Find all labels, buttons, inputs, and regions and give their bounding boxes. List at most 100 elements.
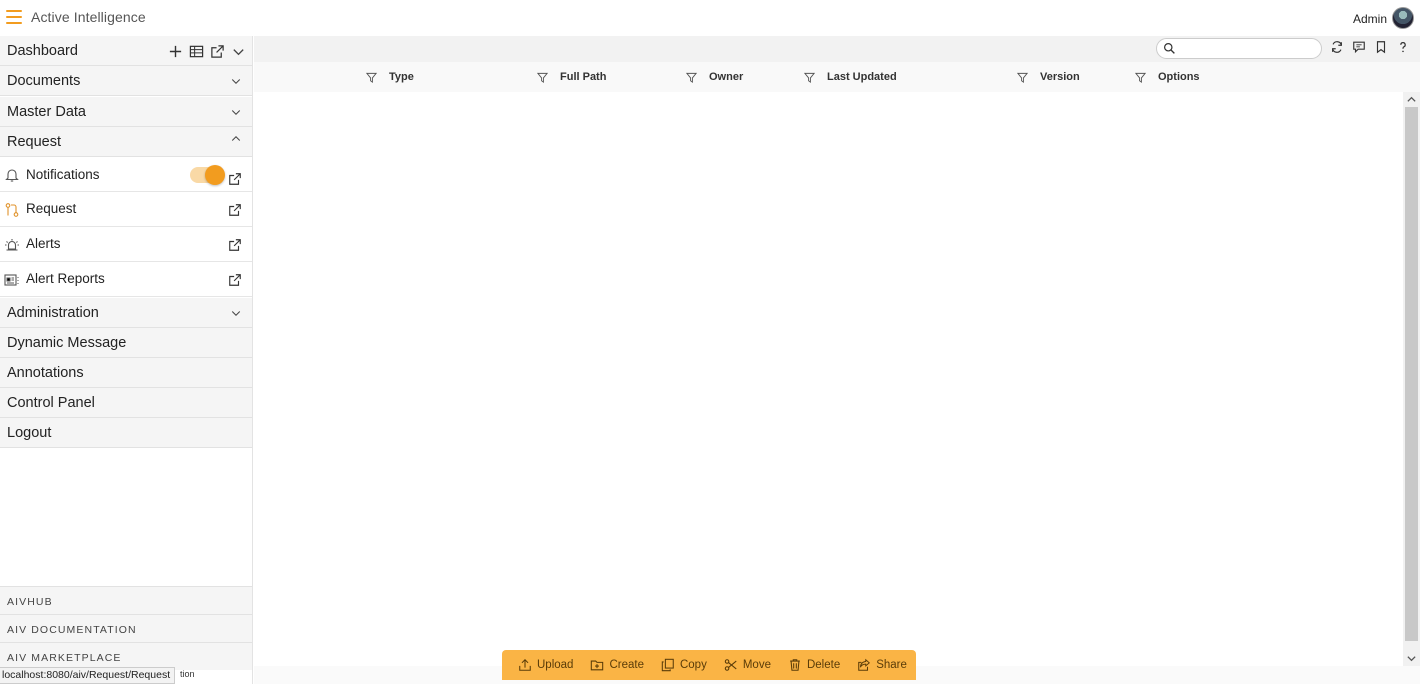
report-icon [4, 274, 19, 286]
search-icon [1164, 43, 1175, 54]
column-header-label[interactable]: Owner [709, 71, 743, 83]
external-link-icon[interactable] [228, 172, 242, 186]
external-link-icon[interactable] [228, 238, 242, 252]
footer-link-aiv-marketplace[interactable]: AIV MARKETPLACE [0, 642, 252, 670]
refresh-icon[interactable] [1330, 40, 1344, 54]
action-label: Share [876, 659, 907, 671]
scroll-up-icon[interactable] [1406, 94, 1417, 105]
sidebar-section-control-panel[interactable]: Control Panel [0, 388, 252, 418]
scrollbar-thumb[interactable] [1405, 107, 1418, 641]
scissors-icon [724, 659, 737, 671]
action-label: Copy [679, 659, 707, 671]
chevron-down-icon[interactable] [230, 106, 242, 118]
upload-button[interactable]: Upload [518, 658, 573, 672]
sidebar-item-label: Alerts [26, 236, 61, 251]
sidebar-section-label: Control Panel [7, 395, 95, 411]
vertical-scrollbar[interactable] [1403, 92, 1420, 666]
user-name[interactable]: Admin [1353, 12, 1387, 26]
external-link-icon[interactable] [228, 273, 242, 287]
chevron-down-icon[interactable] [230, 307, 242, 319]
chevron-down-icon[interactable] [230, 75, 242, 87]
add-icon[interactable] [168, 44, 183, 59]
table-body [254, 92, 1404, 666]
column-type: Type [366, 70, 414, 84]
column-version: Version [1017, 70, 1080, 84]
footer-link-aiv-documentation[interactable]: AIV DOCUMENTATION [0, 614, 252, 642]
sidebar-section-administration[interactable]: Administration [0, 298, 252, 328]
action-label: Move [742, 659, 771, 671]
comment-icon[interactable] [1352, 40, 1366, 54]
action-label: Create [609, 659, 644, 671]
filter-icon[interactable] [1135, 72, 1146, 83]
sidebar-item-label: Alert Reports [26, 271, 105, 286]
sidebar-section-label: Dynamic Message [7, 335, 127, 351]
filter-icon[interactable] [686, 72, 697, 83]
sidebar-section-label: Master Data [7, 104, 86, 120]
toggle-knob [205, 165, 225, 185]
external-link-icon[interactable] [210, 44, 225, 59]
hamburger-menu-icon[interactable] [6, 10, 22, 24]
main-toolbar [254, 36, 1420, 62]
sidebar-section-documents[interactable]: Documents [0, 66, 252, 96]
filter-icon[interactable] [366, 72, 377, 83]
sidebar-section-label: Annotations [7, 365, 84, 381]
status-overlap-text: tion [180, 669, 195, 679]
browser-status-url: localhost:8080/aiv/Request/Request [0, 667, 176, 684]
column-header-label[interactable]: Version [1040, 71, 1080, 83]
column-header-label[interactable]: Options [1158, 71, 1200, 83]
dashboard-tools [168, 44, 246, 59]
request-flow-icon [5, 203, 19, 217]
sidebar-section-master-data[interactable]: Master Data [0, 97, 252, 127]
sidebar-item-request[interactable]: Request [0, 192, 252, 227]
column-header-label[interactable]: Type [389, 71, 414, 83]
help-icon[interactable] [1396, 40, 1410, 54]
column-header-label[interactable]: Full Path [560, 71, 606, 83]
delete-button[interactable]: Delete [788, 658, 840, 672]
sidebar-section-label: Dashboard [7, 43, 78, 59]
move-button[interactable]: Move [724, 658, 771, 672]
external-link-icon[interactable] [228, 203, 242, 217]
footer-link-label: AIV DOCUMENTATION [7, 624, 137, 636]
sidebar-section-logout[interactable]: Logout [0, 418, 252, 448]
table-icon[interactable] [189, 44, 204, 59]
footer-link-aivhub[interactable]: AIVHUB [0, 586, 252, 614]
chevron-up-icon[interactable] [230, 133, 242, 145]
sidebar-section-label: Logout [7, 425, 52, 441]
sidebar: Dashboard Documents Master Data Request … [0, 36, 253, 684]
footer-link-label: AIV MARKETPLACE [7, 652, 122, 664]
action-bar: Upload Create Copy Move Delete Share [502, 650, 916, 680]
search-input[interactable] [1179, 41, 1317, 56]
sidebar-section-dynamic-message[interactable]: Dynamic Message [0, 328, 252, 358]
sidebar-section-label: Request [7, 134, 62, 150]
sidebar-item-alerts[interactable]: Alerts [0, 227, 252, 262]
sidebar-item-alert-reports[interactable]: Alert Reports [0, 262, 252, 297]
sidebar-section-annotations[interactable]: Annotations [0, 358, 252, 388]
column-last-updated: Last Updated [804, 70, 897, 84]
trash-icon [790, 659, 800, 671]
column-full-path: Full Path [537, 70, 606, 84]
copy-icon [661, 658, 674, 672]
filter-icon[interactable] [1017, 72, 1028, 83]
filter-icon[interactable] [804, 72, 815, 83]
create-button[interactable]: Create [590, 658, 644, 672]
notifications-toggle[interactable] [190, 165, 225, 185]
app-title: Active Intelligence [31, 9, 146, 25]
action-label: Upload [537, 659, 574, 671]
copy-button[interactable]: Copy [661, 658, 707, 672]
sidebar-item-label: Request [26, 201, 77, 216]
sidebar-section-dashboard[interactable]: Dashboard [0, 36, 252, 66]
filter-icon[interactable] [537, 72, 548, 83]
chevron-down-icon[interactable] [231, 44, 246, 59]
search-box[interactable] [1156, 38, 1322, 59]
scroll-down-icon[interactable] [1406, 653, 1417, 664]
action-label: Delete [806, 659, 841, 671]
bookmark-icon[interactable] [1374, 40, 1388, 54]
sidebar-section-request[interactable]: Request [0, 127, 252, 157]
column-header-label[interactable]: Last Updated [827, 71, 897, 83]
share-button[interactable]: Share [857, 658, 907, 672]
table-header: Type Full Path Owner Last Updated Versio… [254, 62, 1420, 92]
footer-link-label: AIVHUB [7, 596, 53, 608]
user-avatar[interactable] [1392, 7, 1414, 29]
toolbar-icons [1330, 40, 1410, 54]
sidebar-item-notifications[interactable]: Notifications [0, 157, 252, 192]
